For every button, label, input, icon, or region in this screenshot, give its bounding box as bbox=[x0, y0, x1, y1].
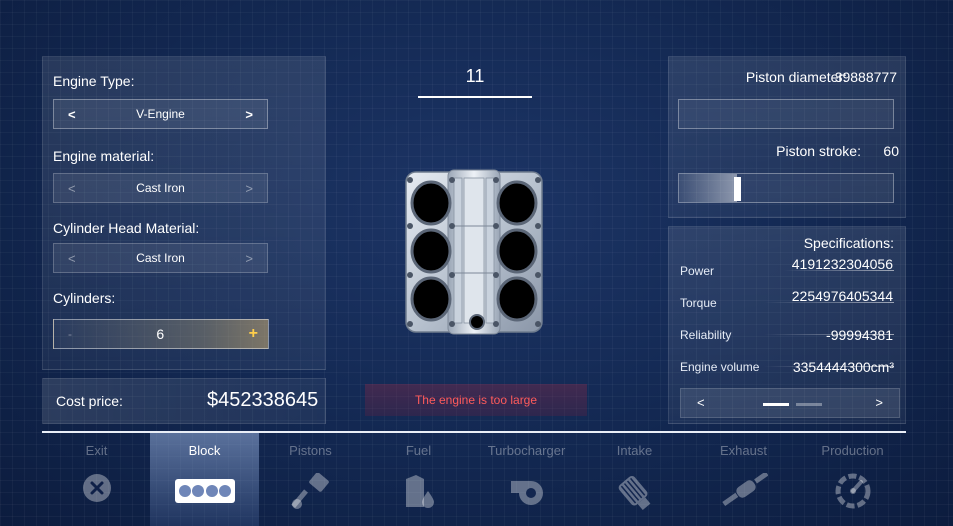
engine-material-next-button[interactable]: > bbox=[245, 181, 253, 196]
specifications-title: Specifications: bbox=[803, 235, 894, 251]
tab-exit-label: Exit bbox=[85, 443, 108, 458]
piston-diameter-value: 39888777 bbox=[834, 69, 897, 85]
cost-price-value: $452338645 bbox=[207, 389, 319, 411]
engine-type-prev-button[interactable]: < bbox=[68, 107, 76, 122]
cost-price-panel: Cost price: $452338645 bbox=[42, 378, 326, 424]
pager-indicator-active bbox=[763, 403, 789, 406]
head-material-label: Cylinder Head Material: bbox=[53, 220, 200, 236]
cylinders-decrease-button[interactable]: - bbox=[68, 327, 72, 341]
cylinders-label: Cylinders: bbox=[53, 290, 116, 306]
engine-material-prev-button[interactable]: < bbox=[68, 181, 76, 196]
specifications-pager: < > bbox=[680, 388, 900, 418]
cost-price-label: Cost price: bbox=[56, 393, 123, 409]
tab-intake-label: Intake bbox=[616, 443, 653, 458]
engine-block-image bbox=[405, 169, 543, 335]
tab-fuel-label: Fuel bbox=[405, 443, 432, 458]
pager-indicator-inactive bbox=[796, 403, 822, 406]
tab-exhaust[interactable]: Exhaust bbox=[689, 433, 798, 526]
tab-turbocharger-label: Turbocharger bbox=[487, 443, 566, 458]
piston-stroke-thumb[interactable] bbox=[733, 177, 741, 201]
counter-display: 11 bbox=[418, 64, 532, 98]
cylinders-stepper[interactable]: - 6 + bbox=[53, 319, 269, 349]
tab-block-label: Block bbox=[188, 443, 221, 458]
piston-stroke-value: 60 bbox=[883, 143, 899, 159]
head-material-prev-button[interactable]: < bbox=[68, 251, 76, 266]
tab-pistons[interactable]: Pistons bbox=[256, 433, 365, 526]
reliability-value: -99994381 bbox=[826, 327, 893, 343]
engine-material-selector[interactable]: < Cast Iron > bbox=[53, 173, 268, 203]
head-material-selector[interactable]: < Cast Iron > bbox=[53, 243, 268, 273]
tab-turbocharger[interactable]: Turbocharger bbox=[472, 433, 581, 526]
engine-material-value: Cast Iron bbox=[136, 181, 185, 195]
tab-exhaust-label: Exhaust bbox=[720, 443, 767, 458]
piston-stroke-label: Piston stroke: bbox=[776, 143, 861, 159]
torque-value: 2254976405344 bbox=[791, 288, 893, 304]
engine-volume-label: Engine volume bbox=[680, 360, 760, 374]
engine-type-value: V-Engine bbox=[136, 107, 185, 121]
air-filter-icon bbox=[618, 475, 650, 511]
engine-material-label: Engine material: bbox=[53, 148, 155, 164]
cylinders-value: 6 bbox=[156, 326, 165, 342]
engine-block-icon bbox=[174, 479, 235, 503]
piston-diameter-slider[interactable] bbox=[678, 99, 894, 129]
fuel-icon bbox=[405, 475, 434, 508]
pager-next-button[interactable]: > bbox=[875, 395, 883, 410]
tab-production-label: Production bbox=[821, 443, 884, 458]
cylinders-increase-button[interactable]: + bbox=[249, 325, 258, 343]
engine-size-warning: The engine is too large bbox=[365, 384, 587, 416]
power-label: Power bbox=[680, 264, 715, 278]
gauge-icon bbox=[835, 473, 870, 509]
warning-text: The engine is too large bbox=[414, 393, 538, 407]
tab-intake[interactable]: Intake bbox=[580, 433, 689, 526]
head-material-value: Cast Iron bbox=[136, 251, 185, 265]
tab-fuel[interactable]: Fuel bbox=[364, 433, 473, 526]
counter-value: 11 bbox=[465, 66, 485, 86]
piston-stroke-fill bbox=[679, 174, 737, 202]
power-value: 4191232304056 bbox=[791, 256, 893, 272]
engine-type-next-button[interactable]: > bbox=[245, 107, 253, 122]
piston-icon bbox=[290, 473, 329, 509]
tab-production[interactable]: Production bbox=[798, 433, 907, 526]
engine-type-label: Engine Type: bbox=[53, 73, 135, 89]
pager-prev-button[interactable]: < bbox=[697, 395, 705, 410]
close-circle-icon bbox=[82, 474, 111, 502]
tab-exit[interactable]: Exit bbox=[42, 433, 151, 526]
tab-pistons-label: Pistons bbox=[289, 443, 332, 458]
exhaust-icon bbox=[721, 473, 768, 507]
reliability-label: Reliability bbox=[680, 328, 732, 342]
engine-type-selector[interactable]: < V-Engine > bbox=[53, 99, 268, 129]
engine-volume-value: 3354444300cm³ bbox=[792, 359, 894, 375]
torque-label: Torque bbox=[680, 296, 717, 310]
turbocharger-icon bbox=[510, 481, 543, 505]
piston-diameter-label: Piston diameter: bbox=[745, 69, 847, 85]
piston-stroke-slider[interactable] bbox=[678, 173, 894, 203]
tab-block[interactable]: Block bbox=[150, 433, 259, 526]
head-material-next-button[interactable]: > bbox=[245, 251, 253, 266]
